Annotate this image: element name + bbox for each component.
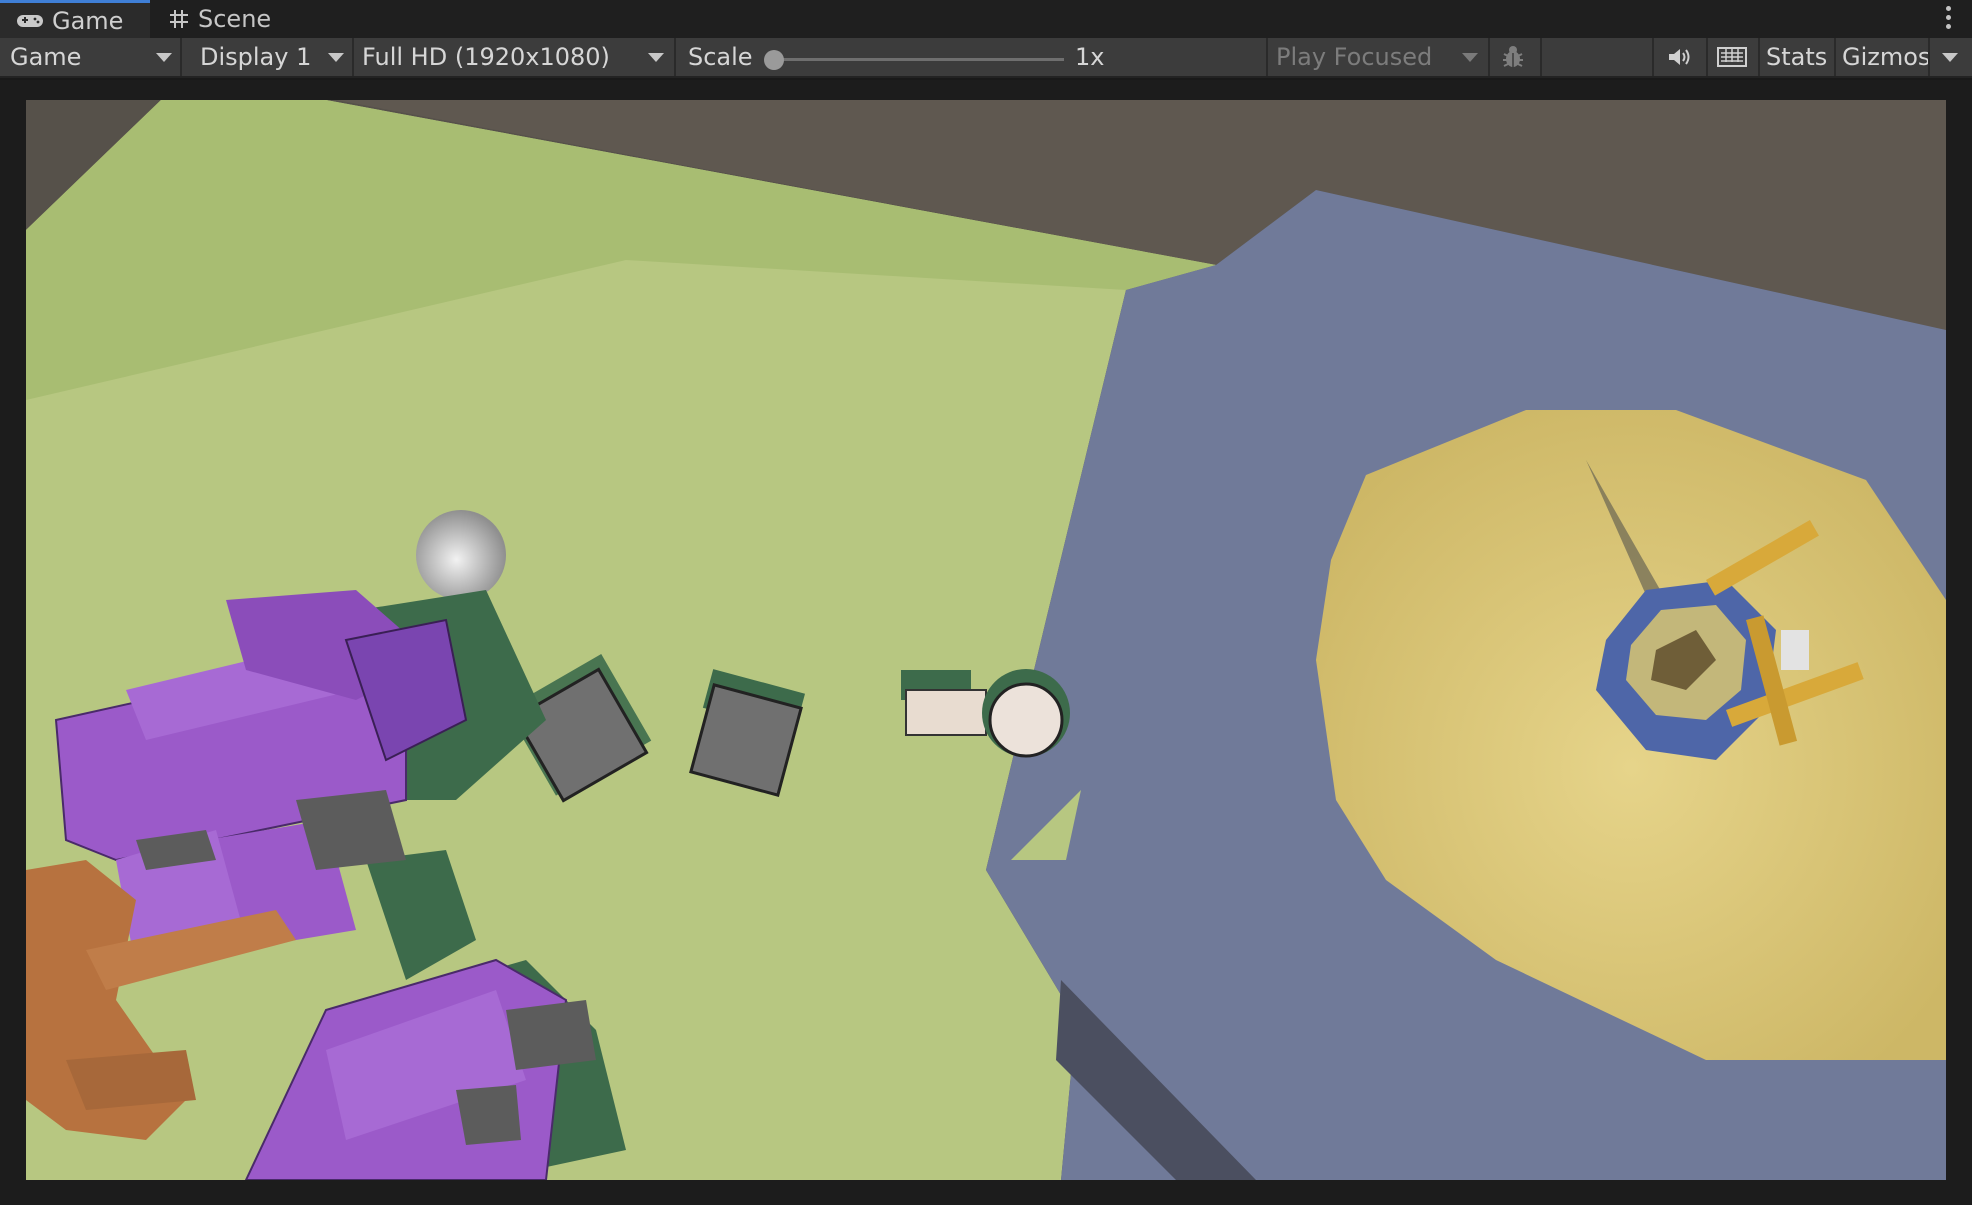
gizmos-label: Gizmos bbox=[1842, 43, 1931, 71]
grid-hash-icon bbox=[168, 8, 190, 30]
resolution-value: Full HD (1920x1080) bbox=[362, 43, 610, 71]
play-mode-dropdown[interactable]: Play Focused bbox=[1276, 38, 1486, 76]
scale-value: 1x bbox=[1075, 38, 1104, 76]
resolution-dropdown[interactable]: Full HD (1920x1080) bbox=[362, 38, 672, 76]
toolbar-divider bbox=[180, 38, 182, 76]
toolbar-divider bbox=[1834, 38, 1836, 76]
speaker-icon[interactable] bbox=[1662, 38, 1698, 76]
toolbar-divider bbox=[352, 38, 354, 76]
toolbar-divider bbox=[1652, 38, 1654, 76]
scale-slider-handle[interactable] bbox=[764, 50, 784, 70]
gamepad-icon bbox=[16, 13, 44, 29]
scale-label: Scale bbox=[688, 38, 753, 76]
tab-game[interactable]: Game bbox=[0, 0, 150, 38]
view-mode-dropdown[interactable]: Game bbox=[10, 38, 175, 76]
gizmos-button[interactable]: Gizmos bbox=[1842, 38, 1930, 76]
toolbar-divider bbox=[674, 38, 676, 76]
tab-scene[interactable]: Scene bbox=[160, 0, 320, 38]
stats-button[interactable]: Stats bbox=[1766, 38, 1827, 76]
tab-scene-label: Scene bbox=[198, 5, 272, 33]
toolbar-divider bbox=[1758, 38, 1760, 76]
display-value: Display 1 bbox=[200, 43, 312, 71]
chevron-down-icon bbox=[156, 53, 172, 62]
chevron-down-icon bbox=[1462, 53, 1478, 62]
scale-label-text: Scale bbox=[688, 43, 753, 71]
bug-icon[interactable] bbox=[1492, 38, 1534, 76]
view-mode-value: Game bbox=[10, 43, 82, 71]
tab-game-label: Game bbox=[52, 6, 124, 35]
game-render bbox=[26, 100, 1946, 1180]
chevron-down-icon bbox=[328, 53, 344, 62]
glow-ball bbox=[416, 510, 506, 600]
editor-tab-bar: Game Scene bbox=[0, 0, 1972, 38]
play-mode-value: Play Focused bbox=[1276, 43, 1433, 71]
toolbar-divider bbox=[1928, 38, 1930, 76]
stats-label: Stats bbox=[1766, 43, 1828, 71]
keyboard-icon[interactable] bbox=[1712, 38, 1752, 76]
scale-value-text: 1x bbox=[1075, 43, 1105, 71]
kebab-menu-icon[interactable] bbox=[1946, 6, 1952, 32]
toolbar-divider bbox=[1488, 38, 1490, 76]
chevron-down-icon bbox=[648, 53, 664, 62]
toolbar-divider bbox=[1706, 38, 1708, 76]
toolbar-divider bbox=[1266, 38, 1268, 76]
scale-slider-track[interactable] bbox=[778, 58, 1064, 61]
game-viewport[interactable] bbox=[26, 100, 1946, 1180]
toolbar-divider bbox=[1540, 38, 1542, 76]
chevron-down-icon[interactable] bbox=[1942, 53, 1958, 62]
